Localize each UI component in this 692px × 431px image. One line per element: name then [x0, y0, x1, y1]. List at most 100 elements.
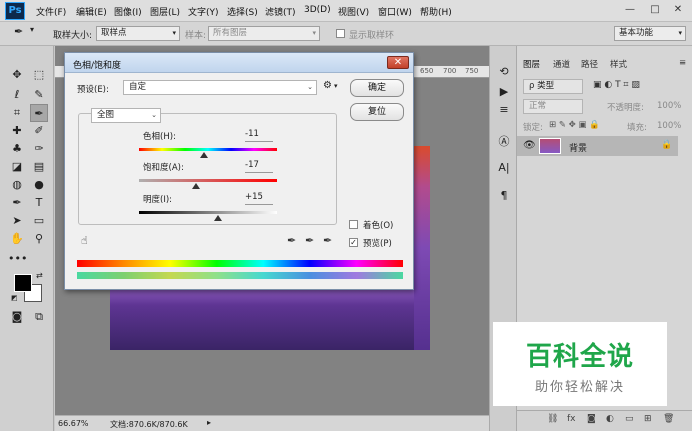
hand-tool-icon[interactable]: ✋ [8, 230, 26, 248]
visibility-eye-icon[interactable]: 👁 [523, 140, 536, 151]
menu-select[interactable]: 选择(S) [227, 5, 258, 18]
saturation-value-input[interactable]: -17 [245, 160, 273, 173]
menu-filter[interactable]: 滤镜(T) [265, 5, 296, 18]
targeted-adjust-hand-icon[interactable]: ☝ [81, 234, 88, 247]
menu-view[interactable]: 视图(V) [338, 5, 369, 18]
quick-select-tool-icon[interactable]: ✎ [30, 86, 48, 104]
chevron-down-icon: ⌄ [151, 111, 157, 119]
history-icon[interactable]: ⟲ [496, 64, 512, 80]
menu-help[interactable]: 帮助(H) [420, 5, 452, 18]
preset-select[interactable]: 自定 ⌄ [123, 80, 317, 95]
default-colors-icon[interactable]: ◩ [11, 294, 18, 302]
character-icon[interactable]: Ⓐ [496, 134, 512, 150]
colorize-checkbox[interactable] [349, 220, 358, 229]
pen-tool-icon[interactable]: ✒ [8, 194, 26, 212]
hue-slider-track[interactable] [139, 148, 277, 151]
blur-tool-icon[interactable]: ◍ [8, 176, 26, 194]
saturation-slider-track[interactable] [139, 179, 277, 182]
actions-play-icon[interactable]: ▶ [496, 84, 512, 100]
opacity-value[interactable]: 100% [657, 101, 681, 111]
saturation-slider-thumb[interactable] [191, 183, 200, 189]
screen-mode-icon[interactable]: ⧉ [30, 308, 48, 326]
lock-icons[interactable]: ⊞ ✎ ✥ ▣ 🔒 [549, 120, 600, 130]
brush-tool-icon[interactable]: ✐ [30, 122, 48, 140]
menu-image[interactable]: 图像(I) [114, 5, 142, 18]
healing-brush-tool-icon[interactable]: ✚ [8, 122, 26, 140]
menu-3d[interactable]: 3D(D) [304, 5, 331, 15]
tab-channels[interactable]: 通道 [553, 58, 570, 70]
tab-layers[interactable]: 图层 [523, 58, 540, 70]
clone-stamp-tool-icon[interactable]: ♣ [8, 140, 26, 158]
maximize-button[interactable]: □ [647, 3, 663, 17]
show-ring-checkbox[interactable] [336, 29, 345, 38]
panel-menu-icon[interactable]: ≡ [679, 58, 686, 68]
fx-icon[interactable]: fx [567, 414, 576, 424]
marquee-tool-icon[interactable]: ⬚ [30, 66, 48, 84]
adjustment-icon[interactable]: ◐ [606, 414, 614, 424]
layer-name[interactable]: 背景 [569, 141, 587, 154]
hue-slider-thumb[interactable] [199, 152, 208, 158]
chevron-right-icon[interactable]: ▸ [207, 418, 211, 427]
dialog-titlebar[interactable]: 色相/饱和度 ✕ [65, 53, 413, 73]
type-tool-icon[interactable]: T [30, 194, 48, 212]
fill-value[interactable]: 100% [657, 121, 681, 131]
quick-mask-icon[interactable]: ◙ [8, 308, 26, 326]
dodge-tool-icon[interactable]: ● [30, 176, 48, 194]
tab-styles[interactable]: 样式 [610, 58, 627, 70]
menu-layer[interactable]: 图层(L) [150, 5, 180, 18]
sample-size-select[interactable]: 取样点 ▾ [96, 26, 180, 41]
eyedropper-minus-icon[interactable]: ✒ [323, 234, 332, 247]
more-tools-icon[interactable]: ••• [8, 250, 27, 268]
lasso-tool-icon[interactable]: ℓ [8, 86, 26, 104]
filter-icons[interactable]: ▣ ◐ T ⌗ ▨ [593, 80, 640, 90]
lock-label: 锁定: [523, 123, 543, 133]
lightness-slider-track[interactable] [139, 211, 277, 214]
minimize-button[interactable]: — [622, 3, 638, 17]
path-select-tool-icon[interactable]: ➤ [8, 212, 26, 230]
gradient-tool-icon[interactable]: ▤ [30, 158, 48, 176]
layer-row[interactable]: 👁 背景 🔒 [517, 136, 678, 156]
preset-options-gear-icon[interactable]: ⚙ [323, 80, 332, 91]
eyedropper-icon[interactable]: ✒ [287, 234, 296, 247]
history-brush-tool-icon[interactable]: ✑ [30, 140, 48, 158]
mask-icon[interactable]: ◙ [587, 414, 596, 424]
lightness-slider-thumb[interactable] [213, 215, 222, 221]
workspace-select[interactable]: 基本功能 ▾ [614, 26, 686, 41]
kind-filter-select[interactable]: ρ 类型 [523, 79, 583, 94]
menu-type[interactable]: 文字(Y) [188, 5, 219, 18]
sample-select[interactable]: 所有图层 ▾ [208, 26, 320, 41]
crop-tool-icon[interactable]: ⌗ [8, 104, 26, 122]
lightness-value-input[interactable]: +15 [245, 192, 273, 205]
new-layer-icon[interactable]: ⊞ [644, 414, 652, 424]
eraser-tool-icon[interactable]: ◪ [8, 158, 26, 176]
type-panel-icon[interactable]: A| [496, 160, 512, 176]
dialog-close-button[interactable]: ✕ [387, 56, 409, 69]
menu-file[interactable]: 文件(F) [36, 5, 66, 18]
close-window-button[interactable]: ✕ [670, 3, 686, 17]
hue-value-input[interactable]: -11 [245, 129, 273, 142]
channel-select[interactable]: 全图 ⌄ [91, 108, 161, 123]
trash-icon[interactable]: 🗑 [663, 414, 674, 424]
zoom-tool-icon[interactable]: ⚲ [30, 230, 48, 248]
preview-checkbox[interactable]: ✓ [349, 238, 358, 247]
blend-mode-select[interactable]: 正常 [523, 99, 583, 114]
zoom-level[interactable]: 66.67% [58, 419, 89, 428]
ok-button[interactable]: 确定 [350, 79, 404, 97]
menu-edit[interactable]: 编辑(E) [76, 5, 107, 18]
eyedropper-plus-icon[interactable]: ✒ [305, 234, 314, 247]
link-layers-icon[interactable]: ⛓ [547, 414, 558, 424]
move-tool-icon[interactable]: ✥ [8, 66, 26, 84]
swap-colors-icon[interactable]: ⇄ [36, 271, 43, 280]
tab-paths[interactable]: 路径 [581, 58, 598, 70]
chevron-down-icon[interactable]: ▾ [334, 82, 338, 90]
reset-button[interactable]: 复位 [350, 103, 404, 121]
menu-window[interactable]: 窗口(W) [378, 5, 412, 18]
properties-icon[interactable]: ≡ [496, 102, 512, 118]
foreground-color-swatch[interactable] [14, 274, 32, 292]
shape-tool-icon[interactable]: ▭ [30, 212, 48, 230]
paragraph-icon[interactable]: ¶ [496, 188, 512, 204]
chevron-down-icon[interactable]: ▾ [30, 25, 34, 34]
eyedropper-tool-icon[interactable]: ✒ [14, 25, 23, 38]
group-folder-icon[interactable]: ▭ [625, 414, 634, 424]
eyedropper-tool-icon[interactable]: ✒ [30, 104, 48, 122]
